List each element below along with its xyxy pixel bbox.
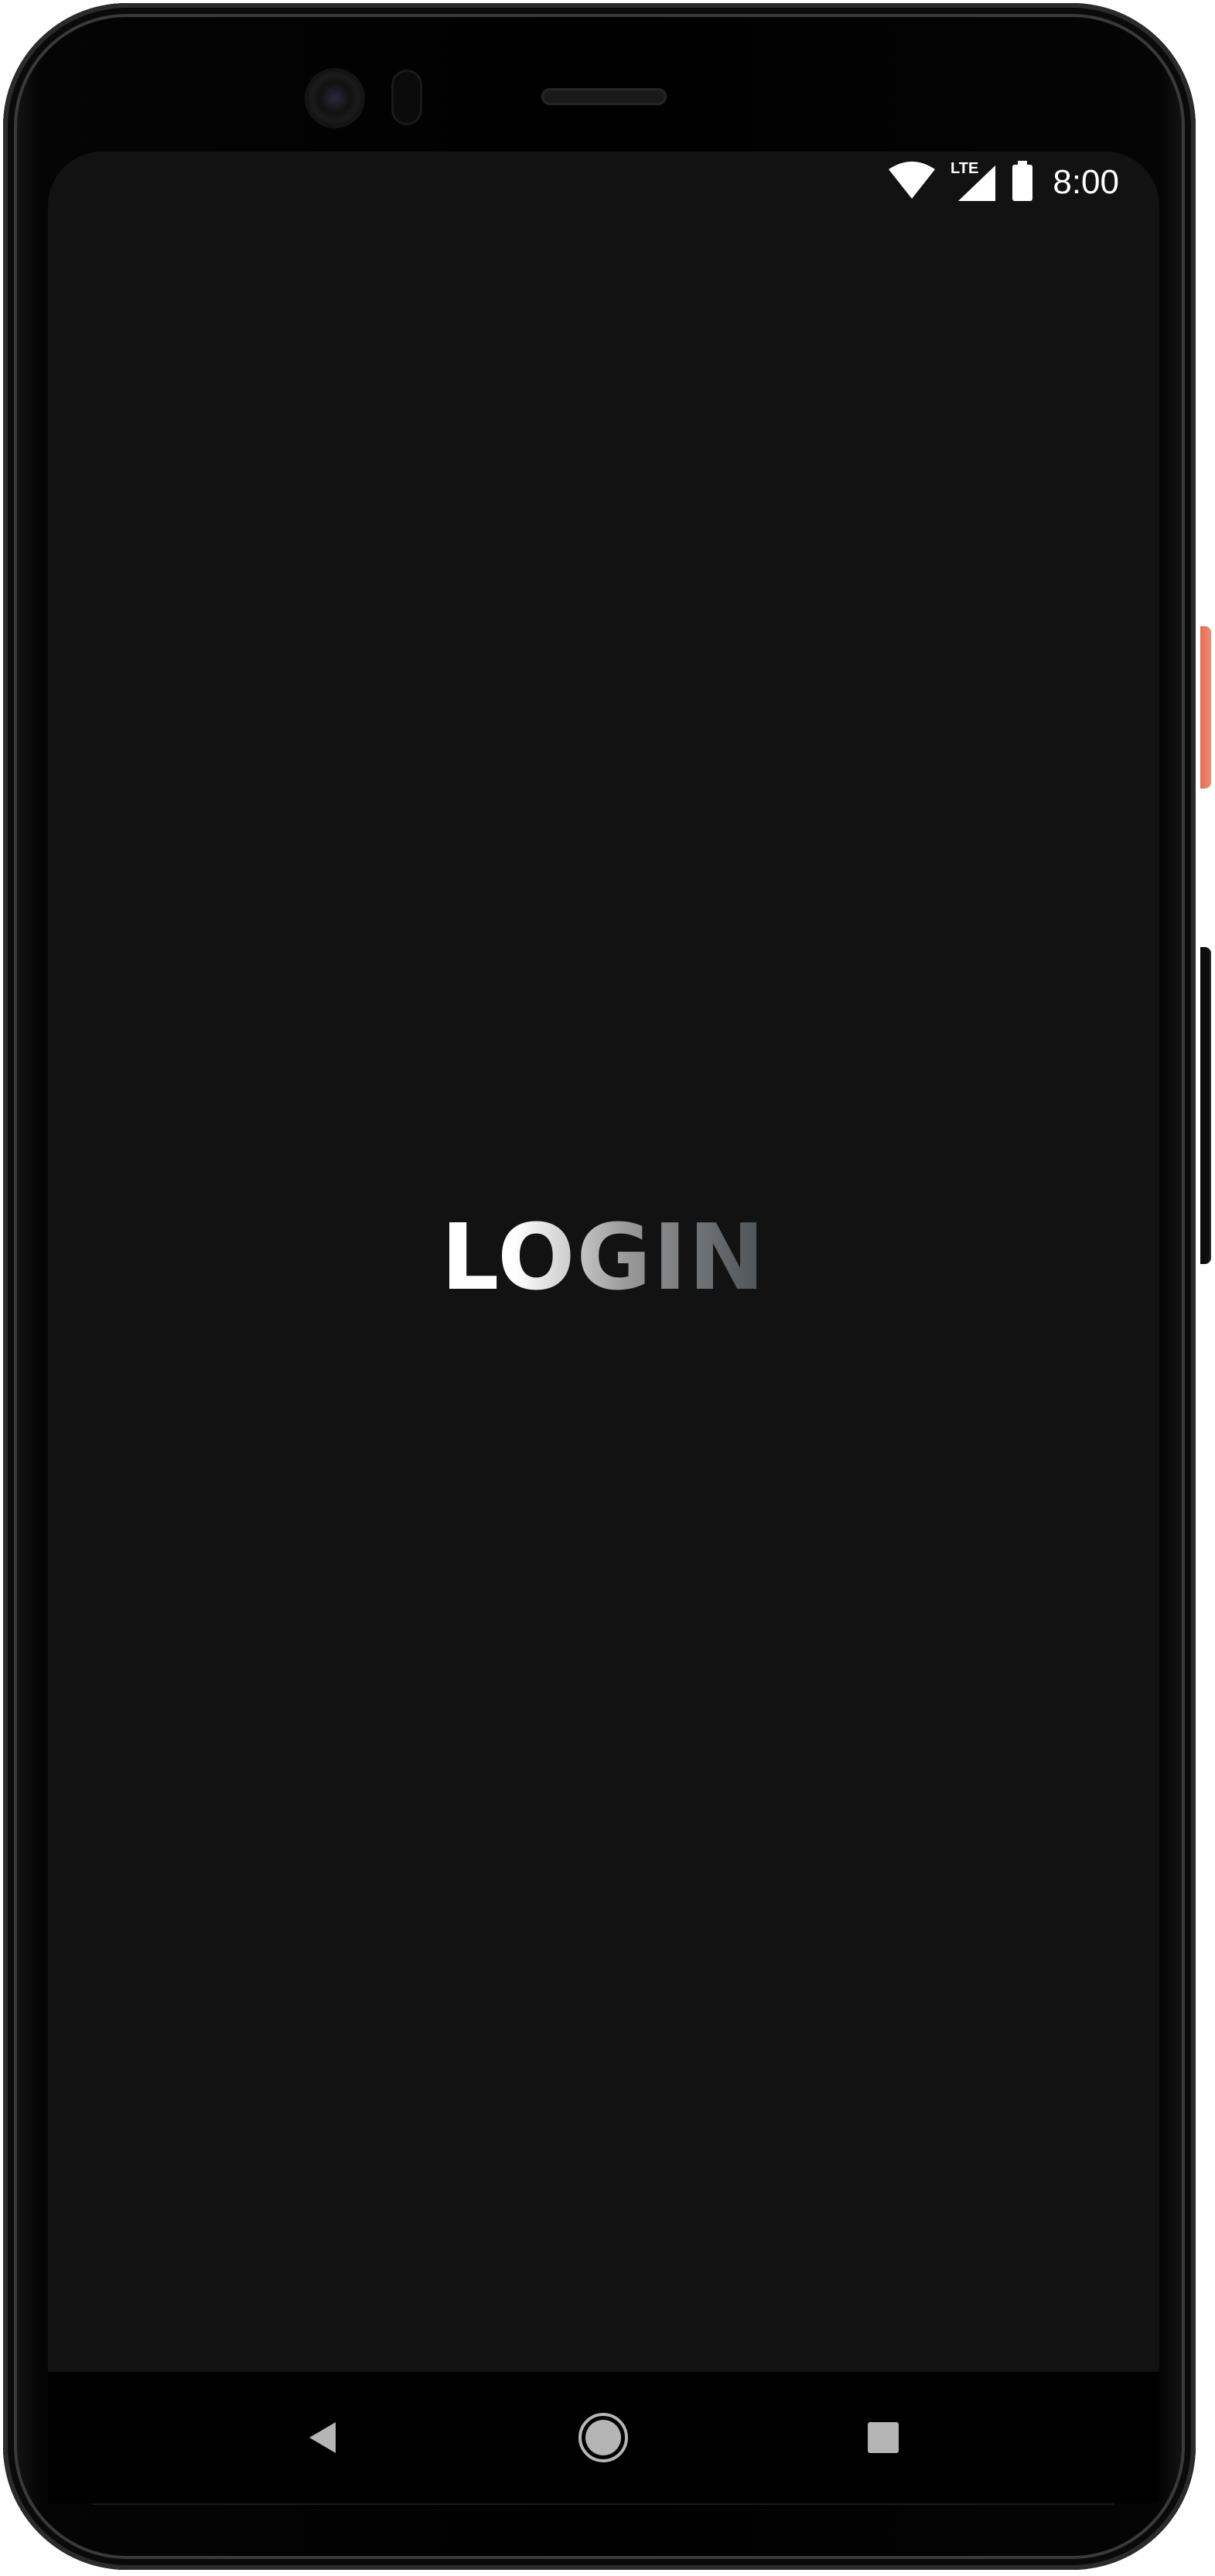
home-icon <box>578 2413 628 2462</box>
network-label: LTE <box>950 160 978 177</box>
lte-signal-icon: LTE <box>950 159 997 206</box>
status-bar: LTE 8:00 <box>48 152 1159 213</box>
home-button[interactable] <box>572 2407 634 2469</box>
proximity-sensor <box>391 70 422 125</box>
wifi-icon <box>887 161 937 204</box>
power-button <box>1200 626 1211 789</box>
front-camera <box>308 71 362 125</box>
battery-icon <box>1011 159 1034 206</box>
bottom-bezel-line <box>93 2503 1114 2505</box>
recents-button[interactable] <box>852 2407 914 2469</box>
navigation-bar <box>48 2372 1159 2503</box>
status-time: 8:00 <box>1053 163 1119 201</box>
app-screen: LTE 8:00 LOGIN <box>48 152 1159 2372</box>
status-icons: LTE 8:00 <box>887 159 1119 206</box>
recents-icon <box>868 2422 899 2453</box>
volume-button <box>1200 947 1211 1264</box>
earpiece-speaker <box>541 88 667 105</box>
login-title: LOGIN <box>48 1203 1159 1311</box>
back-icon <box>309 2422 336 2453</box>
back-button[interactable] <box>292 2407 354 2469</box>
